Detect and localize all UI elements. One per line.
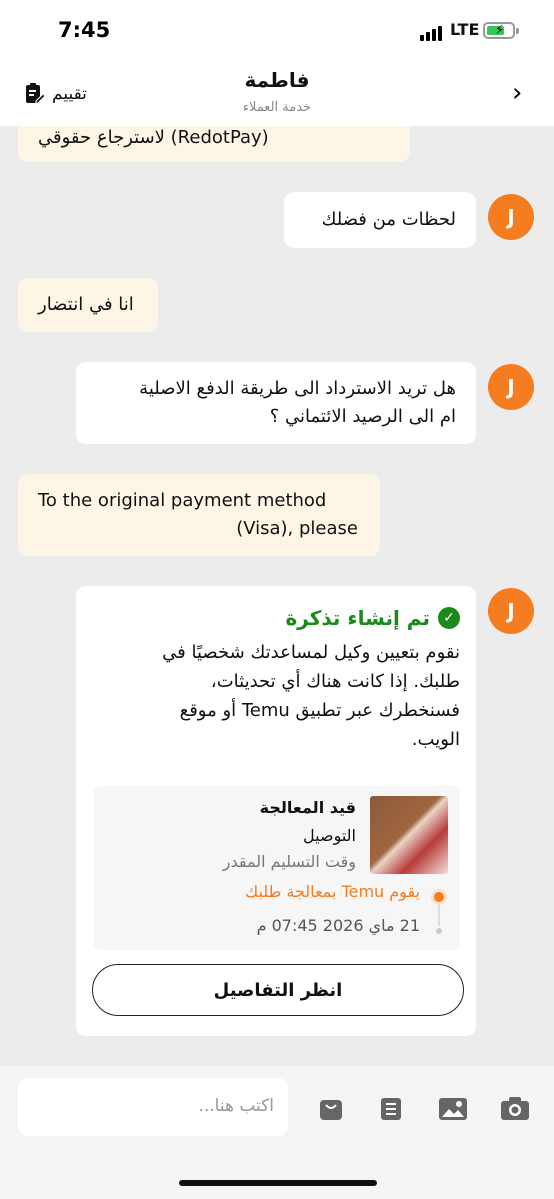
message-agent: هل تريد الاسترداد الى طريقة الدفع الاصلي… [76, 362, 476, 444]
message-text: لحظات من فضلك [321, 209, 456, 230]
tracking-dot [436, 928, 442, 934]
chat-header: تقييم فاطمة خدمة العملاء › [0, 62, 554, 126]
order-summary[interactable]: قيد المعالجة التوصيل وقت التسليم المقدر … [94, 786, 460, 950]
status-time: 7:45 [58, 18, 111, 42]
chat-thread: (RedotPay) لاسترجاع حقوقي J لحظات من فضل… [0, 126, 554, 1066]
message-text: (Visa), please [236, 518, 358, 539]
message-text: To the original payment method [38, 490, 327, 511]
status-bar: 7:45 LTE ⚡ [0, 0, 554, 62]
avatar: J [488, 194, 534, 240]
order-summary-wrap: قيد المعالجة التوصيل وقت التسليم المقدر … [0, 586, 554, 1036]
message-text: انا في انتضار [38, 294, 134, 315]
avatar: J [488, 364, 534, 410]
battery-icon: ⚡ [483, 22, 519, 39]
message-text: ام الى الرصيد الائتماني ؟ [269, 406, 456, 427]
agent-role: خدمة العملاء [242, 100, 312, 115]
home-indicator[interactable] [179, 1180, 377, 1186]
agent-name: فاطمة [244, 68, 310, 92]
message-user: (RedotPay) لاسترجاع حقوقي [18, 126, 410, 162]
order-bag-icon[interactable] [316, 1094, 346, 1124]
list-icon[interactable] [376, 1094, 406, 1124]
message-user: To the original payment method (Visa), p… [18, 474, 380, 556]
message-user: انا في انتضار [18, 278, 158, 332]
tracking-line [438, 904, 440, 926]
message-input[interactable]: اكتب هنا... [18, 1078, 288, 1136]
camera-icon[interactable] [500, 1094, 530, 1124]
tracking-text: يقوم Temu بمعالجة طلبك [244, 882, 420, 901]
chevron-right-icon[interactable]: › [512, 78, 522, 108]
tracking-date: 21 ماي 2026 07:45 م [256, 916, 420, 935]
order-shipping: التوصيل [303, 826, 356, 845]
signal-icon [420, 26, 442, 41]
network-label: LTE [450, 20, 480, 39]
message-text: (RedotPay) لاسترجاع حقوقي [38, 127, 269, 148]
product-thumbnail [370, 796, 448, 874]
message-agent: لحظات من فضلك [284, 192, 476, 248]
tracking-dot-active [434, 892, 444, 902]
order-eta: وقت التسليم المقدر [222, 852, 356, 871]
order-status: قيد المعالجة [259, 798, 356, 817]
image-icon[interactable] [438, 1094, 468, 1124]
message-text: هل تريد الاسترداد الى طريقة الدفع الاصلي… [139, 378, 456, 399]
view-details-button[interactable]: انظر التفاصيل [92, 964, 464, 1016]
